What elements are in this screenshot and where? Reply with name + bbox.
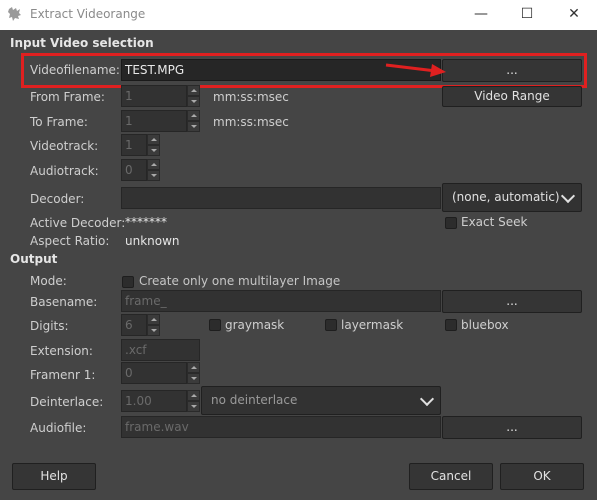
from-frame-input[interactable]: 1 [121,85,187,107]
to-frame-label: To Frame: [30,115,88,129]
framenr-input[interactable]: 0 [121,362,187,384]
framenr-label: Framenr 1: [30,368,96,382]
highlight-box [21,53,587,88]
bluebox-checkbox[interactable] [445,319,457,331]
input-section-heading: Input Video selection [10,36,154,50]
digits-label: Digits: [30,319,69,333]
help-button[interactable]: Help [12,463,96,490]
graymask-checkbox[interactable] [209,319,221,331]
mode-checkbox[interactable] [122,276,134,288]
gimp-app-icon [8,7,21,21]
to-frame-spinner[interactable] [187,110,200,132]
to-frame-unit: mm:ss:msec [213,115,289,129]
basename-label: Basename: [30,295,98,309]
deinterlace-label: Deinterlace: [30,395,104,409]
deinterlace-spinner[interactable] [187,390,200,412]
deinterlace-select[interactable]: no deinterlace [201,386,441,415]
maximize-button[interactable]: ☐ [504,0,550,30]
bluebox-label: bluebox [461,318,509,332]
mode-label: Mode: [30,274,67,288]
deinterlace-select-value: no deinterlace [211,393,298,407]
basename-browse-button[interactable]: ... [442,290,582,313]
minimize-button[interactable]: — [458,0,504,30]
chevron-down-icon [560,188,576,204]
videotrack-input[interactable]: 1 [121,134,147,156]
red-arrow-icon [385,63,446,77]
close-button[interactable]: ✕ [551,0,597,30]
basename-input[interactable]: frame_ [121,290,441,312]
graymask-label: graymask [225,318,285,332]
active-decoder-label: Active Decoder: [30,216,126,230]
ok-button[interactable]: OK [500,463,584,490]
aspect-ratio-label: Aspect Ratio: [30,234,110,248]
chevron-down-icon [419,391,435,407]
extension-label: Extension: [30,344,93,358]
decoder-label: Decoder: [30,192,85,206]
to-frame-input[interactable]: 1 [121,110,187,132]
audiofile-label: Audiofile: [30,421,87,435]
video-range-button[interactable]: Video Range [442,86,582,107]
layermask-label: layermask [341,318,404,332]
decoder-input[interactable] [121,187,441,209]
videotrack-label: Videotrack: [30,139,99,153]
digits-input[interactable]: 6 [121,314,147,336]
deinterlace-input[interactable]: 1.00 [121,390,187,412]
audiotrack-spinner[interactable] [147,159,160,181]
from-frame-spinner[interactable] [187,85,200,107]
window-title: Extract Videorange [30,7,146,21]
active-decoder-value: ******* [125,215,167,229]
from-frame-label: From Frame: [30,90,105,104]
audiofile-input[interactable]: frame.wav [121,416,441,438]
audiotrack-input[interactable]: 0 [121,159,147,181]
layermask-checkbox[interactable] [325,319,337,331]
from-frame-unit: mm:ss:msec [213,90,289,104]
decoder-select-value: (none, automatic) [452,190,560,204]
aspect-ratio-value: unknown [125,234,180,248]
digits-spinner[interactable] [147,314,160,336]
title-bar: Extract Videorange — ☐ ✕ [0,0,597,30]
cancel-button[interactable]: Cancel [409,463,493,490]
decoder-select[interactable]: (none, automatic) [442,183,582,212]
extension-input[interactable]: .xcf [121,339,200,361]
mode-checkbox-label: Create only one multilayer Image [139,274,341,288]
output-section-heading: Output [10,252,58,266]
exact-seek-checkbox[interactable] [445,217,457,229]
audiofile-browse-button[interactable]: ... [442,416,582,439]
exact-seek-label: Exact Seek [461,215,528,229]
videotrack-spinner[interactable] [147,134,160,156]
audiotrack-label: Audiotrack: [30,164,99,178]
framenr-spinner[interactable] [187,362,200,384]
